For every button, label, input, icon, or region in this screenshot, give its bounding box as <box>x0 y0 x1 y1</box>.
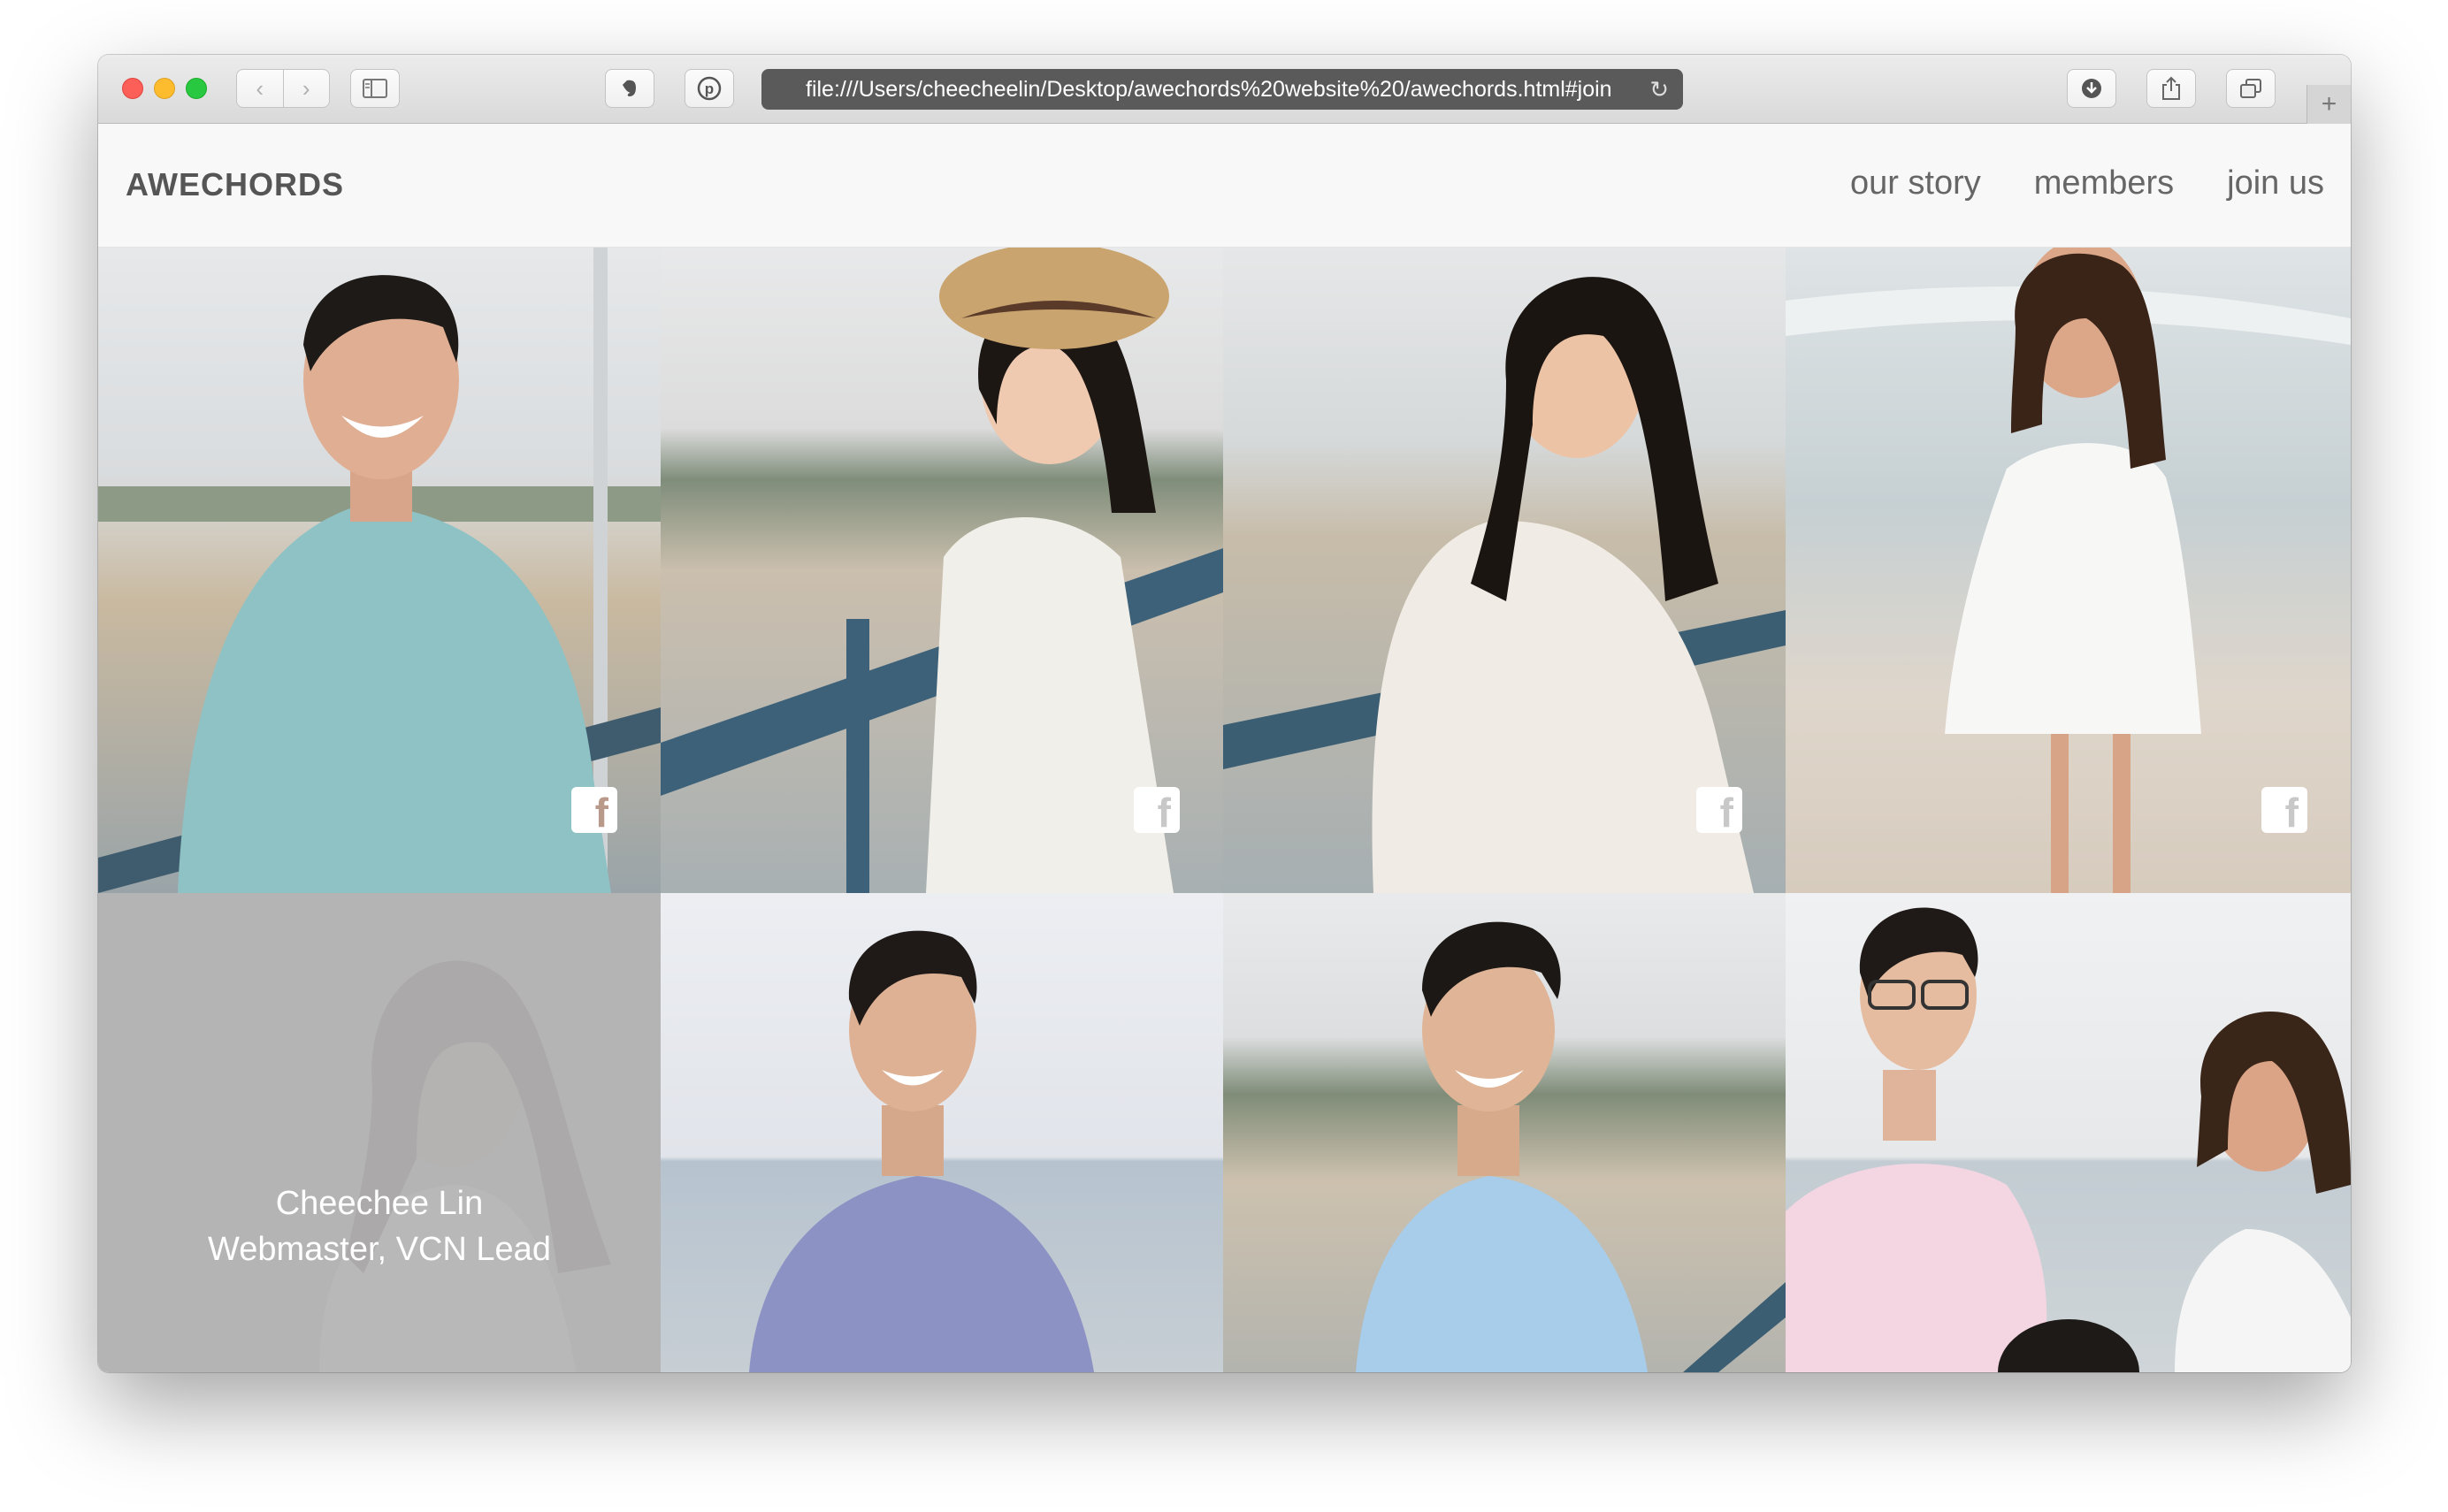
member-photo <box>1223 893 1786 1372</box>
member-card[interactable]: f <box>1223 248 1786 893</box>
share-icon <box>2162 76 2180 100</box>
new-tab-button[interactable]: + <box>2306 85 2351 124</box>
member-card[interactable]: f <box>1786 248 2351 893</box>
nav-link-join-us[interactable]: join us <box>2227 164 2324 202</box>
facebook-icon[interactable]: f <box>571 787 617 833</box>
members-grid: f f f f Cheechee Lin Webmaster, VCN Lead <box>98 248 2351 1372</box>
history-nav: ‹ › <box>236 69 330 108</box>
reload-icon[interactable]: ↻ <box>1649 76 1669 103</box>
member-card[interactable]: f <box>661 248 1223 893</box>
member-photo <box>661 893 1223 1372</box>
svg-text:p: p <box>705 80 714 97</box>
member-hover-overlay <box>98 893 661 1372</box>
downloads-button[interactable] <box>2067 69 2116 108</box>
plus-icon: + <box>2321 89 2337 118</box>
forward-button[interactable]: › <box>284 70 330 107</box>
site-header: AWECHORDS our story members join us <box>98 124 2351 248</box>
member-card[interactable] <box>1223 893 1786 1372</box>
member-caption: Cheechee Lin Webmaster, VCN Lead <box>98 1180 661 1272</box>
evernote-icon <box>623 80 636 96</box>
zoom-window-button[interactable] <box>186 78 207 99</box>
download-icon <box>2082 79 2101 98</box>
member-photo <box>1786 893 2351 1372</box>
tabs-icon <box>2240 79 2261 98</box>
sidebar-toggle-button[interactable] <box>350 69 400 108</box>
chevron-left-icon: ‹ <box>256 74 264 102</box>
tabs-overview-button[interactable] <box>2226 69 2276 108</box>
member-card[interactable]: Cheechee Lin Webmaster, VCN Lead <box>98 893 661 1372</box>
webpage: AWECHORDS our story members join us f f … <box>98 124 2351 1372</box>
facebook-icon[interactable]: f <box>1696 787 1742 833</box>
member-card[interactable]: f <box>98 248 661 893</box>
member-role: Webmaster, VCN Lead <box>208 1231 551 1268</box>
member-name: Cheechee Lin <box>275 1185 484 1222</box>
site-logo[interactable]: AWECHORDS <box>126 166 344 203</box>
share-button[interactable] <box>2146 69 2196 108</box>
facebook-icon[interactable]: f <box>1134 787 1180 833</box>
member-card[interactable] <box>1786 893 2351 1372</box>
pinterest-extension-button[interactable]: p <box>685 69 734 108</box>
nav-link-members[interactable]: members <box>2034 164 2174 202</box>
minimize-window-button[interactable] <box>154 78 175 99</box>
browser-toolbar: ‹ › p file:///Users/cheecheelin/Desktop/… <box>98 55 2351 124</box>
nav-link-our-story[interactable]: our story <box>1850 164 1981 202</box>
site-nav: our story members join us <box>1850 164 2324 202</box>
close-window-button[interactable] <box>122 78 143 99</box>
back-button[interactable]: ‹ <box>237 70 284 107</box>
member-card[interactable] <box>661 893 1223 1372</box>
sidebar-icon <box>363 79 387 98</box>
url-text: file:///Users/cheecheelin/Desktop/awecho… <box>806 76 1612 102</box>
chevron-right-icon: › <box>302 74 310 102</box>
evernote-extension-button[interactable] <box>605 69 654 108</box>
facebook-icon[interactable]: f <box>2261 787 2307 833</box>
pinterest-icon: p <box>697 76 722 101</box>
address-bar[interactable]: file:///Users/cheecheelin/Desktop/awecho… <box>761 69 1683 110</box>
browser-window: ‹ › p file:///Users/cheecheelin/Desktop/… <box>98 55 2351 1372</box>
